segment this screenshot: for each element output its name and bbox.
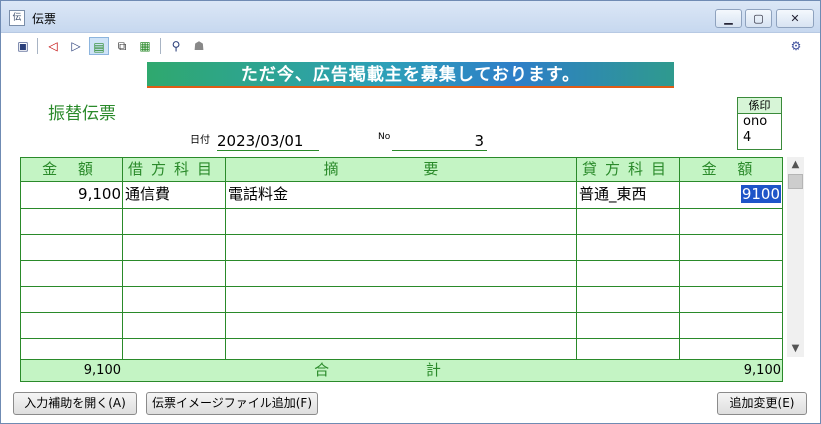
user-icon[interactable]: ☗ (189, 37, 209, 55)
header-debit-account: 借方科目 (127, 160, 220, 178)
maximize-button[interactable]: ▢ (745, 9, 772, 28)
row-divider (21, 338, 782, 339)
copy-icon[interactable]: ⧉ (112, 37, 132, 55)
scroll-up-icon[interactable]: ▲ (787, 157, 804, 173)
row-divider (21, 260, 782, 261)
search-icon[interactable]: ⚲ (166, 37, 186, 55)
header-debit-amount: 金 額 (42, 160, 101, 178)
no-field[interactable]: 3 (392, 132, 487, 151)
row-divider (21, 312, 782, 313)
journal-table: 金 額 借方科目 摘 要 貸方科目 金 額 9,100 通信費 電話料金 普通_… (20, 157, 783, 382)
total-label: 合 計 (314, 361, 487, 379)
vertical-scrollbar[interactable]: ▲ ▼ (787, 157, 804, 357)
voucher-title: 振替伝票 (48, 104, 116, 124)
prev-icon[interactable]: ◁ (43, 37, 63, 55)
selected-credit-amount[interactable]: 9100 (740, 185, 781, 203)
column-divider (122, 158, 123, 381)
settings-icon[interactable]: ⚙ (786, 37, 806, 55)
header-description: 摘 要 (323, 160, 479, 178)
close-icon: ✕ (790, 12, 800, 25)
total-credit: 9,100 (743, 363, 781, 378)
close-button[interactable]: ✕ (776, 9, 814, 28)
row-divider (21, 234, 782, 235)
next-icon[interactable]: ▷ (66, 37, 86, 55)
input-help-button[interactable]: 入力補助を開く(A) (13, 392, 137, 415)
date-label: 日付 (190, 135, 210, 146)
list-icon[interactable]: ▤ (89, 37, 109, 55)
window-title: 伝票 (32, 12, 57, 26)
header-credit-amount: 金 額 (701, 160, 761, 178)
toolbar-separator (37, 38, 38, 54)
header-credit-account: 貸方科目 (581, 160, 674, 178)
voucher-app-icon: 伝 (9, 10, 25, 26)
maximize-icon: ▢ (753, 12, 764, 25)
date-field[interactable]: 2023/03/01 (217, 132, 319, 151)
cell-debit-amount[interactable]: 9,100 (21, 182, 121, 207)
cell-debit-account[interactable]: 通信費 (125, 182, 223, 207)
new-entry-icon[interactable]: ▣ (13, 37, 33, 55)
row-divider (21, 208, 782, 209)
column-divider (225, 158, 226, 381)
total-debit: 9,100 (83, 363, 121, 378)
total-row: 9,100 合 計 9,100 (21, 359, 782, 381)
scroll-down-icon[interactable]: ▼ (787, 341, 804, 357)
ad-banner[interactable]: ただ今、広告掲載主を募集しております。 (147, 62, 674, 88)
row-divider (21, 286, 782, 287)
minimize-button[interactable]: ▁ (715, 9, 742, 28)
title-bar[interactable]: 伝 伝票 ▁ ▢ ✕ (1, 1, 820, 33)
add-image-button[interactable]: 伝票イメージファイル追加(F) (146, 392, 318, 415)
cell-credit-amount[interactable]: 9100 (681, 182, 781, 207)
column-divider (576, 158, 577, 381)
stamp-label: 係印 (738, 98, 781, 114)
voucher-window: 伝 伝票 ▁ ▢ ✕ ▣ ◁ ▷ ▤ ⧉ ▦ ⚲ ☗ ⚙ ただ今、広告掲載主を募… (0, 0, 821, 424)
minimize-icon: ▁ (724, 12, 733, 25)
scroll-thumb[interactable] (788, 174, 803, 189)
stamp-value-1: ono (743, 114, 768, 129)
cell-description[interactable]: 電話料金 (228, 182, 574, 207)
stamp-value-2: 4 (743, 130, 752, 145)
toolbar: ▣ ◁ ▷ ▤ ⧉ ▦ ⚲ ☗ ⚙ (1, 33, 820, 59)
toolbar-separator (160, 38, 161, 54)
cell-credit-account[interactable]: 普通_東西 (579, 182, 677, 207)
delete-icon[interactable]: ▦ (135, 37, 155, 55)
add-change-button[interactable]: 追加変更(E) (717, 392, 807, 415)
stamp-box: 係印 ono 4 (737, 97, 782, 150)
column-divider (679, 158, 680, 381)
table-header: 金 額 借方科目 摘 要 貸方科目 金 額 (21, 158, 782, 182)
no-label: No (378, 132, 391, 142)
